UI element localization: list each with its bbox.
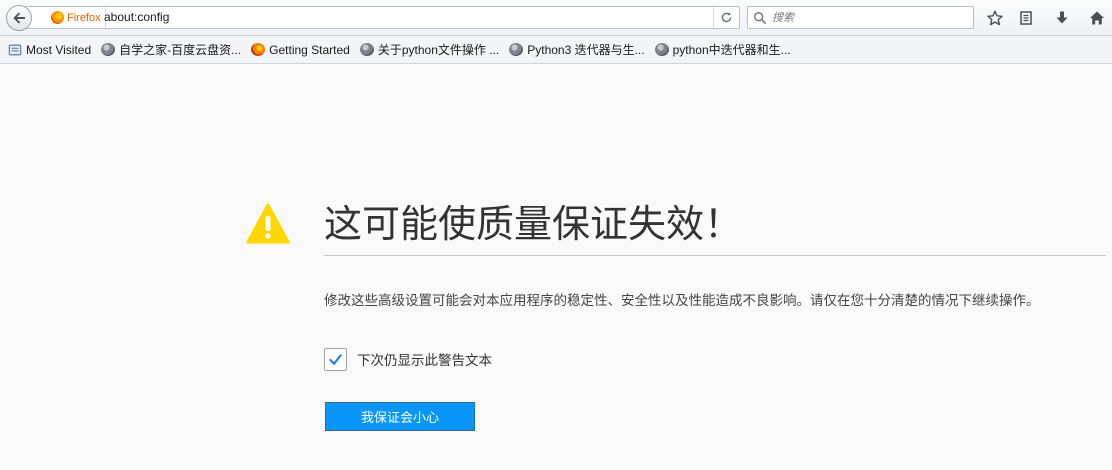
bookmark-item[interactable]: Python3 迭代器与生...	[505, 39, 648, 61]
reload-button[interactable]	[713, 7, 739, 28]
reload-icon	[721, 12, 732, 23]
checkbox-label[interactable]: 下次仍显示此警告文本	[357, 349, 492, 369]
bookmark-label: Most Visited	[26, 42, 92, 57]
bookmarks-menu-button[interactable]	[1015, 7, 1037, 29]
search-input[interactable]	[772, 9, 967, 26]
accept-risk-button[interactable]: 我保证会小心	[325, 402, 475, 431]
page-title: 这可能使质量保证失效！	[324, 202, 743, 246]
search-bar[interactable]	[747, 6, 974, 29]
checkmark-icon	[329, 353, 342, 365]
star-icon	[987, 10, 1003, 26]
back-arrow-icon	[13, 12, 26, 24]
back-button[interactable]	[6, 5, 32, 31]
bookmarks-toolbar: Most Visited 自学之家-百度云盘资... Getting Start…	[0, 36, 1112, 64]
globe-icon	[101, 43, 116, 56]
globe-icon	[654, 43, 669, 56]
url-text[interactable]: about:config	[104, 7, 169, 28]
bookmark-item[interactable]: python中迭代器和生...	[651, 39, 795, 61]
firefox-icon	[251, 43, 266, 56]
home-icon	[1090, 11, 1104, 25]
bookmark-label: Getting Started	[269, 42, 350, 57]
globe-icon	[359, 43, 374, 56]
downloads-button[interactable]	[1051, 7, 1073, 29]
identity-box[interactable]: Firefox	[37, 7, 106, 28]
globe-icon	[509, 43, 524, 56]
bookmarks-list-icon	[1020, 11, 1032, 25]
bookmark-getting-started[interactable]: Getting Started	[247, 39, 354, 61]
firefox-logo-icon	[51, 11, 64, 24]
bookmark-star-button[interactable]	[984, 7, 1006, 29]
title-divider	[324, 255, 1106, 256]
bookmark-item[interactable]: 自学之家-百度云盘资...	[97, 39, 245, 61]
warning-description: 修改这些高级设置可能会对本应用程序的稳定性、安全性以及性能造成不良影响。请仅在您…	[324, 293, 1040, 309]
show-warning-checkbox[interactable]	[324, 347, 347, 371]
bookmark-item[interactable]: 关于python文件操作 ...	[356, 39, 503, 61]
search-icon	[753, 10, 767, 25]
show-warning-option: 下次仍显示此警告文本	[324, 347, 492, 371]
bookmarks-folder-icon	[8, 44, 22, 55]
bookmark-most-visited[interactable]: Most Visited	[4, 39, 95, 61]
bookmark-label: Python3 迭代器与生...	[527, 43, 645, 57]
download-arrow-icon	[1056, 11, 1068, 24]
navigation-toolbar: Firefox about:config	[0, 0, 1112, 36]
home-button[interactable]	[1086, 7, 1108, 29]
bookmark-label: 自学之家-百度云盘资...	[119, 43, 242, 57]
bookmark-label: python中迭代器和生...	[672, 43, 791, 57]
identity-label: Firefox	[67, 11, 101, 24]
bookmark-label: 关于python文件操作 ...	[377, 43, 500, 57]
warning-triangle-icon	[246, 203, 290, 244]
url-bar[interactable]: Firefox about:config	[24, 6, 740, 29]
